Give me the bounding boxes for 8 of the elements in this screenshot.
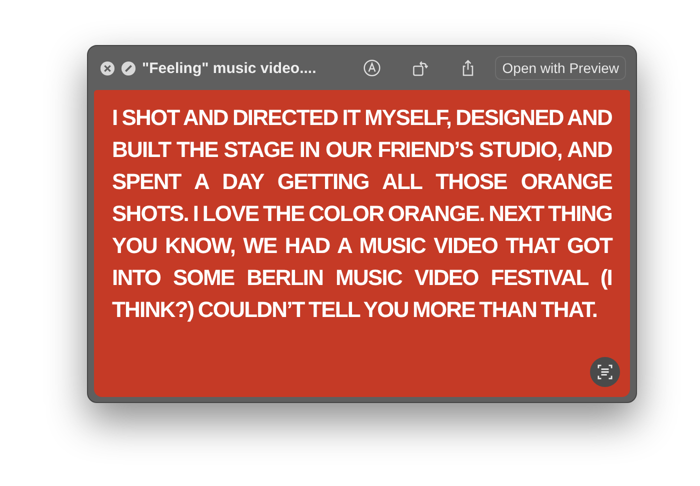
markup-icon[interactable] bbox=[363, 59, 382, 77]
prohibited-icon bbox=[121, 60, 136, 76]
window-title: "Feeling" music video.... bbox=[142, 60, 316, 76]
open-with-preview-button[interactable]: Open with Preview bbox=[495, 56, 626, 80]
rotate-icon[interactable] bbox=[411, 59, 430, 77]
live-text-icon[interactable] bbox=[590, 357, 620, 387]
image-text: I SHOT AND DIRECTED IT MYSELF, DESIGNED AND BUILT THE STAGE IN OUR FRIEND’S STUDIO, AND SPENT A DAY GETTING ALL THOSE ORANGE SHOTS. I LOVE THE COLOR ORANGE. NEXT THING YOU KNOW, WE HAD A MUSIC VIDEO THAT GOT INTO SOME BERLIN MUSIC VIDEO FESTIVAL (I THINK?) COULDN’T TELL YOU MORE THAN THAT. bbox=[112, 104, 612, 324]
close-icon[interactable] bbox=[100, 60, 115, 76]
